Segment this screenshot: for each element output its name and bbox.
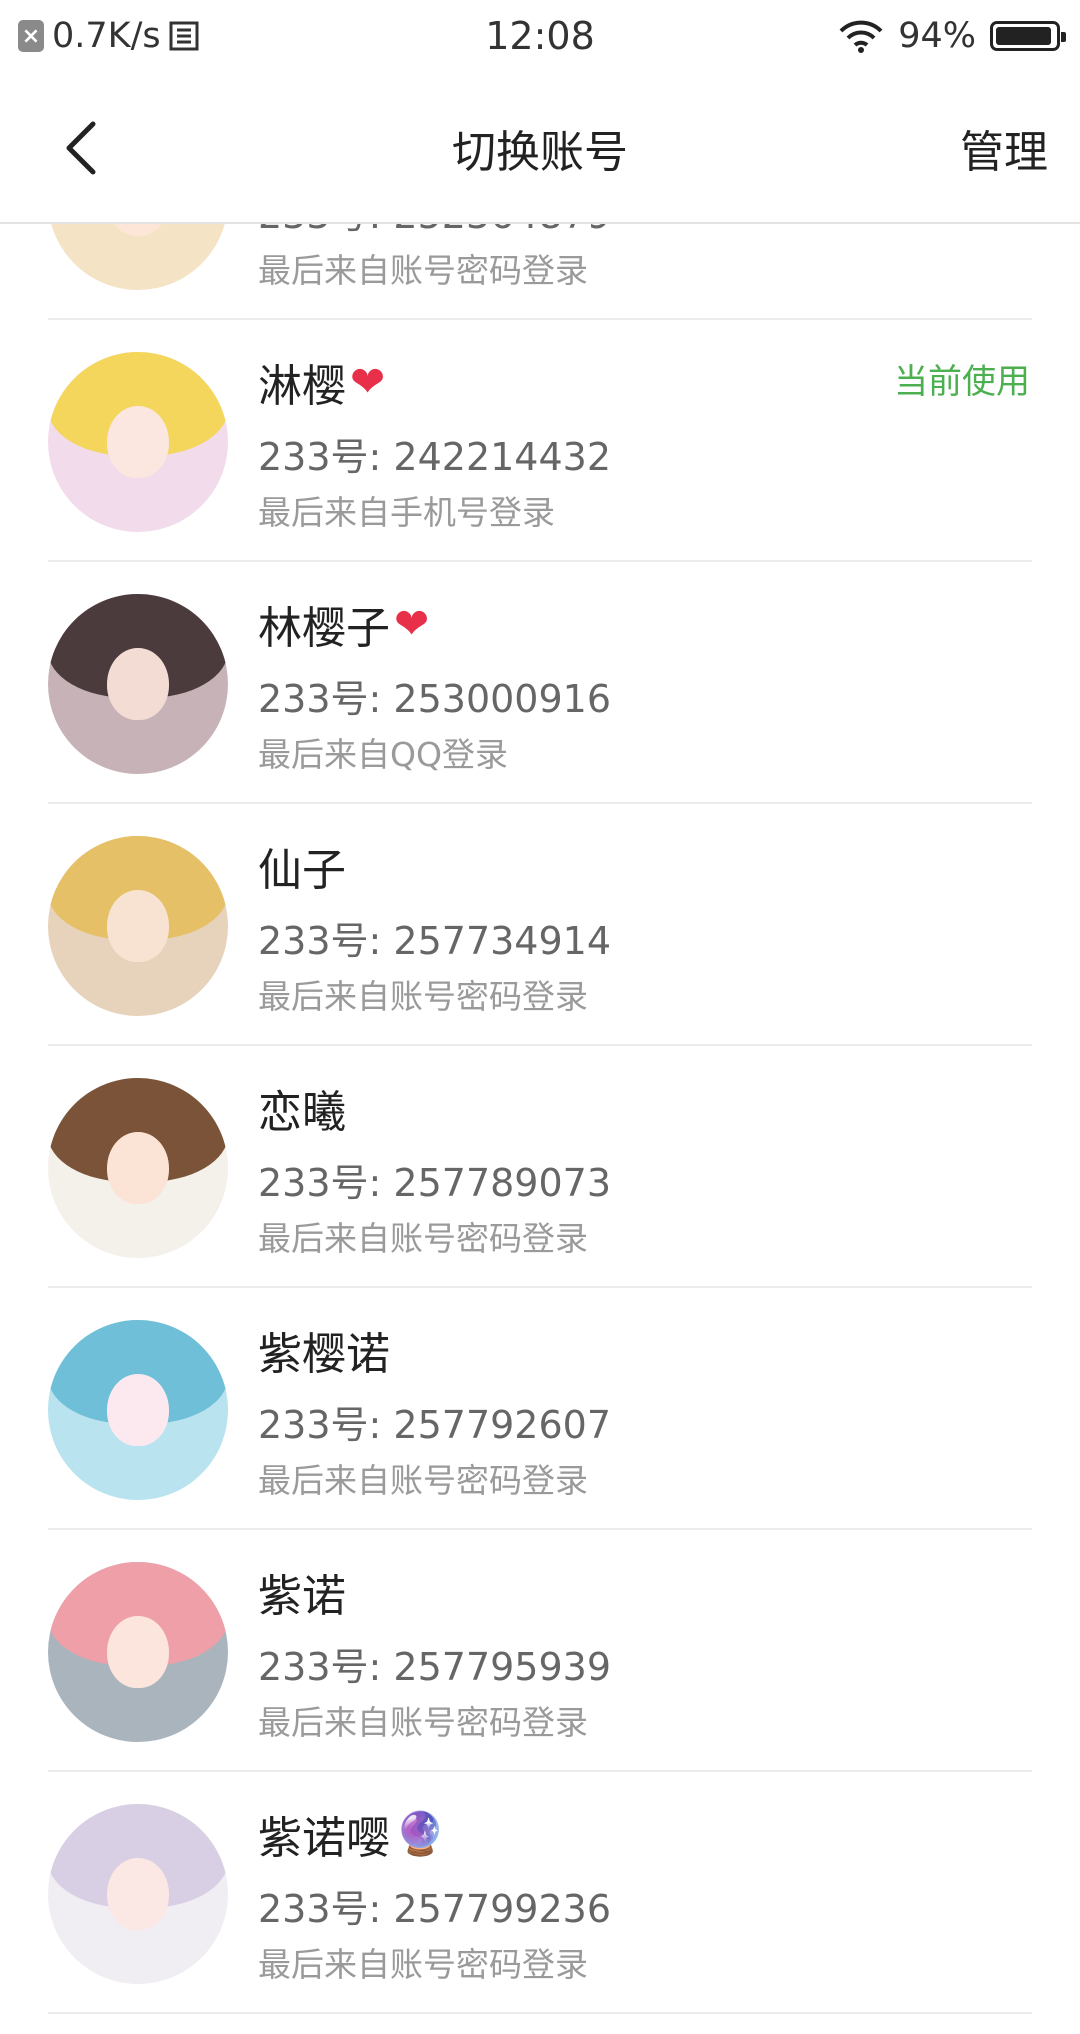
- battery-level: [996, 27, 1051, 45]
- account-name-row: 紫樱诺: [258, 1318, 390, 1382]
- account-id: 233号: 252364879: [258, 222, 611, 239]
- avatar-face: [107, 1374, 169, 1446]
- account-id: 233号: 242214432: [258, 435, 612, 479]
- avatar-face: [107, 1858, 169, 1930]
- account-item[interactable]: 淋樱 ❤ 233号: 242214432 最后来自手机号登录 当前使用: [0, 320, 1080, 562]
- account-name-row: 恋曦: [258, 1076, 346, 1140]
- account-list-inner: 233号: 252364879最后来自账号密码登录淋樱❤233号: 242214…: [0, 222, 1080, 2014]
- wifi-icon: [839, 20, 883, 53]
- current-account-badge: 当前使用: [894, 362, 1030, 402]
- avatar-face: [107, 222, 169, 236]
- heart-icon: ❤: [350, 357, 386, 406]
- login-source: 最后来自账号密码登录: [258, 1703, 588, 1742]
- battery-icon: [990, 21, 1066, 51]
- account-name: 仙子: [258, 845, 346, 896]
- login-source: 最后来自账号密码登录: [258, 1945, 588, 1984]
- status-bar: × 0.7K/s 12:08 94%: [0, 0, 1080, 72]
- account-item[interactable]: 仙子 233号: 257734914 最后来自账号密码登录: [0, 804, 1080, 1046]
- account-id: 233号: 257795939: [258, 1645, 612, 1689]
- login-source: 最后来自账号密码登录: [258, 1461, 588, 1500]
- avatar-face: [107, 406, 169, 478]
- account-item[interactable]: 紫诺 233号: 257795939 最后来自账号密码登录: [0, 1530, 1080, 1772]
- account-name-row: 紫诺: [258, 1560, 346, 1624]
- avatar-face: [107, 890, 169, 962]
- account-name-row: 淋樱 ❤: [258, 350, 385, 414]
- account-item[interactable]: 紫樱诺 233号: 257792607 最后来自账号密码登录: [0, 1288, 1080, 1530]
- account-item[interactable]: 恋曦 233号: 257789073 最后来自账号密码登录: [0, 1046, 1080, 1288]
- avatar: [48, 1804, 228, 1984]
- account-name-row: 仙子: [258, 834, 346, 898]
- heart-icon: ❤: [394, 599, 430, 648]
- login-source: 最后来自账号密码登录: [258, 251, 588, 290]
- login-source: 最后来自手机号登录: [258, 493, 555, 532]
- avatar-face: [107, 1132, 169, 1204]
- account-id: 233号: 257789073: [258, 1161, 612, 1205]
- avatar-face: [107, 648, 169, 720]
- account-item[interactable]: 林樱子 ❤ 233号: 253000916 最后来自QQ登录: [0, 562, 1080, 804]
- account-name: 紫诺: [258, 1571, 346, 1622]
- page-title: 切换账号: [452, 127, 628, 178]
- status-right: 94%: [838, 14, 1066, 58]
- account-item[interactable]: 233号: 252364879 最后来自账号密码登录: [0, 222, 1080, 320]
- login-source: 最后来自账号密码登录: [258, 1219, 588, 1258]
- account-name: 紫诺嘤: [258, 1813, 390, 1864]
- account-name-row: 林樱子 ❤: [258, 592, 429, 656]
- account-item[interactable]: 紫诺嘤 🔮 233号: 257799236 最后来自账号密码登录: [0, 1772, 1080, 2014]
- nav-bar: 切换账号 管理: [0, 72, 1080, 224]
- account-id: 233号: 253000916: [258, 677, 612, 721]
- account-name: 淋樱: [258, 361, 346, 412]
- login-source: 最后来自账号密码登录: [258, 977, 588, 1016]
- account-list: 233号: 252364879最后来自账号密码登录淋樱❤233号: 242214…: [0, 222, 1080, 2034]
- account-name: 恋曦: [258, 1087, 346, 1138]
- account-name-row: 紫诺嘤 🔮: [258, 1802, 446, 1866]
- avatar-face: [107, 1616, 169, 1688]
- manage-button[interactable]: 管理: [960, 116, 1048, 180]
- crystal-ball-icon: 🔮: [394, 1809, 447, 1858]
- avatar: [48, 836, 228, 1016]
- battery-percent: 94%: [898, 16, 976, 56]
- account-name: 紫樱诺: [258, 1329, 390, 1380]
- avatar: [48, 222, 228, 290]
- account-id: 233号: 257799236: [258, 1887, 612, 1931]
- avatar: [48, 594, 228, 774]
- account-id: 233号: 257734914: [258, 919, 612, 963]
- avatar: [48, 1562, 228, 1742]
- avatar: [48, 1078, 228, 1258]
- login-source: 最后来自QQ登录: [258, 735, 508, 774]
- account-name: 林樱子: [258, 603, 390, 654]
- account-id: 233号: 257792607: [258, 1403, 612, 1447]
- avatar: [48, 1320, 228, 1500]
- avatar: [48, 352, 228, 532]
